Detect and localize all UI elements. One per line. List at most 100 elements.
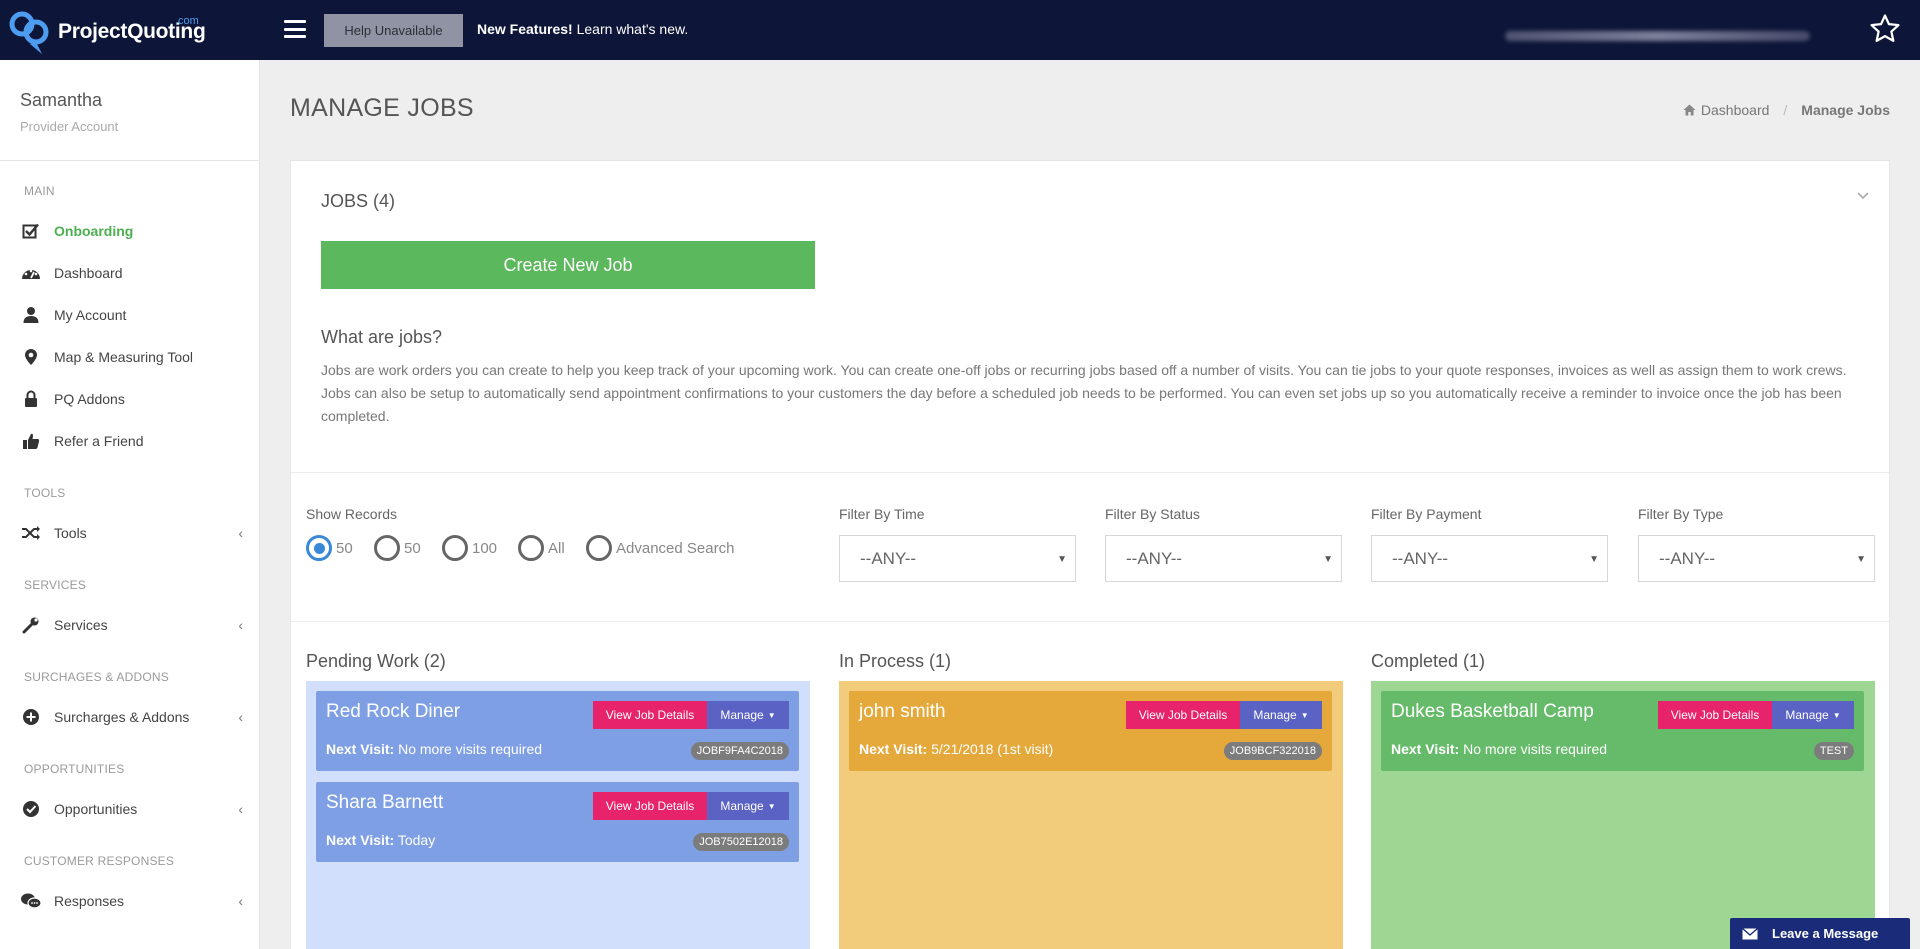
radio-label: All (548, 539, 565, 557)
manage-dropdown-button[interactable]: Manage ▼ (1772, 701, 1854, 729)
sidebar-item-label: Onboarding (54, 223, 134, 239)
manage-label: Manage (720, 708, 764, 722)
filter-payment-value: --ANY-- (1392, 548, 1449, 568)
breadcrumb-separator: / (1783, 102, 1788, 118)
sidebar-item-label: Refer a Friend (54, 433, 144, 449)
radio-circle (586, 535, 612, 561)
sidebar-item-my-account[interactable]: My Account (20, 300, 245, 330)
breadcrumb-current: Manage Jobs (1801, 102, 1890, 118)
menu-icon[interactable] (284, 20, 306, 38)
caret-down-icon: ▼ (1856, 554, 1866, 565)
logo[interactable]: ProjectQuoting .com (8, 8, 208, 56)
sidebar-item-label: Surcharges & Addons (54, 709, 190, 725)
radio-50-second[interactable]: 50 (374, 535, 421, 561)
radio-label: Advanced Search (616, 539, 735, 557)
radio-advanced-search[interactable]: Advanced Search (586, 535, 734, 561)
sidebar-item-label: Map & Measuring Tool (54, 349, 194, 365)
breadcrumb-dashboard-link[interactable]: Dashboard (1683, 102, 1770, 118)
section-surcharges: SURCHAGES & ADDONS (24, 670, 169, 684)
jobs-title: JOBS (4) (321, 191, 396, 211)
breadcrumb-home-label: Dashboard (1700, 102, 1770, 118)
manage-label: Manage (1253, 708, 1297, 722)
next-visit-value: 5/21/2018 (1st visit) (927, 741, 1054, 757)
filter-status-select[interactable]: --ANY-- ▼ (1105, 535, 1342, 582)
envelope-icon (1742, 927, 1758, 939)
manage-dropdown-button[interactable]: Manage ▼ (707, 701, 789, 729)
plus-circle-icon (20, 706, 42, 728)
section-tools: TOOLS (24, 486, 66, 500)
profile-role: Provider Account (20, 119, 119, 134)
radio-circle (306, 535, 332, 561)
divider (291, 472, 1889, 473)
filter-status-label: Filter By Status (1105, 506, 1200, 522)
page-title: MANAGE JOBS (290, 94, 474, 122)
job-next-visit: Next Visit: No more visits required (326, 741, 542, 757)
manage-label: Manage (720, 799, 764, 813)
caret-down-icon: ▼ (767, 801, 776, 811)
caret-down-icon: ▼ (1323, 554, 1333, 565)
next-visit-label: Next Visit: (326, 832, 395, 848)
sidebar-item-surcharges[interactable]: Surcharges & Addons ‹ (20, 702, 245, 732)
in-process-column: john smith View Job Details Manage ▼ Next… (839, 681, 1343, 949)
filter-time-select[interactable]: --ANY-- ▼ (839, 535, 1076, 582)
view-job-details-button[interactable]: View Job Details (1126, 701, 1240, 729)
caret-down-icon: ▼ (1300, 710, 1309, 720)
what-are-jobs-heading: What are jobs? (321, 327, 443, 347)
sidebar-item-opportunities[interactable]: Opportunities ‹ (20, 794, 245, 824)
home-icon (1683, 104, 1696, 116)
sidebar-item-services[interactable]: Services ‹ (20, 610, 245, 640)
help-button[interactable]: Help Unavailable (324, 14, 463, 47)
filter-type-select[interactable]: --ANY-- ▼ (1638, 535, 1875, 582)
sidebar-item-responses[interactable]: Responses ‹ (20, 886, 245, 916)
job-next-visit: Next Visit: 5/21/2018 (1st visit) (859, 741, 1053, 757)
view-job-details-button[interactable]: View Job Details (593, 701, 707, 729)
job-code-badge: TEST (1813, 742, 1854, 760)
what-are-jobs-description: Jobs are work orders you can create to h… (321, 362, 1847, 424)
sidebar-item-pq-addons[interactable]: PQ Addons (20, 384, 245, 414)
radio-50-first[interactable]: 50 (306, 535, 353, 561)
completed-title: Completed (1) (1371, 651, 1486, 671)
section-main: MAIN (24, 184, 55, 198)
manage-dropdown-button[interactable]: Manage ▼ (1240, 701, 1322, 729)
sidebar-item-map-tool[interactable]: Map & Measuring Tool (20, 342, 245, 372)
next-visit-label: Next Visit: (1391, 741, 1460, 757)
user-email-redacted (1505, 31, 1810, 41)
radio-all[interactable]: All (518, 535, 565, 561)
jobs-card: JOBS (4) Create New Job What are jobs? J… (290, 160, 1890, 949)
next-visit-label: Next Visit: (859, 741, 928, 757)
sidebar-item-onboarding[interactable]: Onboarding (20, 216, 245, 246)
section-responses: CUSTOMER RESPONSES (24, 854, 175, 868)
leave-message-label: Leave a Message (1772, 926, 1879, 941)
radio-circle (442, 535, 468, 561)
profile-name: Samantha (20, 90, 103, 110)
new-features-text: Learn what's new. (572, 21, 689, 37)
create-new-job-button[interactable]: Create New Job (321, 241, 815, 289)
chevron-down-icon[interactable] (1855, 188, 1871, 204)
sidebar-item-label: PQ Addons (54, 391, 125, 407)
view-job-details-button[interactable]: View Job Details (1658, 701, 1772, 729)
chevron-left-icon: ‹ (238, 617, 243, 633)
sidebar-item-refer[interactable]: Refer a Friend (20, 426, 245, 456)
view-job-details-button[interactable]: View Job Details (593, 792, 707, 820)
sidebar-item-dashboard[interactable]: Dashboard (20, 258, 245, 288)
new-features-link[interactable]: New Features! Learn what's new. (477, 21, 688, 37)
manage-dropdown-button[interactable]: Manage ▼ (707, 792, 789, 820)
leave-message-button[interactable]: Leave a Message (1730, 918, 1910, 949)
in-process-title: In Process (1) (839, 651, 952, 671)
pending-work-column: Red Rock Diner View Job Details Manage ▼ … (306, 681, 810, 949)
radio-100[interactable]: 100 (442, 535, 497, 561)
chevron-left-icon: ‹ (238, 525, 243, 541)
caret-down-icon: ▼ (1589, 554, 1599, 565)
filter-payment-select[interactable]: --ANY-- ▼ (1371, 535, 1608, 582)
sidebar-item-tools[interactable]: Tools ‹ (20, 518, 245, 548)
breadcrumb: Dashboard / Manage Jobs (1683, 102, 1890, 118)
top-bar: ProjectQuoting .com Help Unavailable New… (0, 0, 1920, 60)
radio-circle (518, 535, 544, 561)
chevron-left-icon: ‹ (238, 801, 243, 817)
divider (291, 621, 1889, 622)
filter-type-label: Filter By Type (1638, 506, 1724, 522)
sidebar-item-label: Tools (54, 525, 87, 541)
job-card: Dukes Basketball Camp View Job Details M… (1381, 691, 1864, 771)
radio-label: 50 (336, 539, 353, 557)
star-icon[interactable] (1868, 12, 1902, 46)
